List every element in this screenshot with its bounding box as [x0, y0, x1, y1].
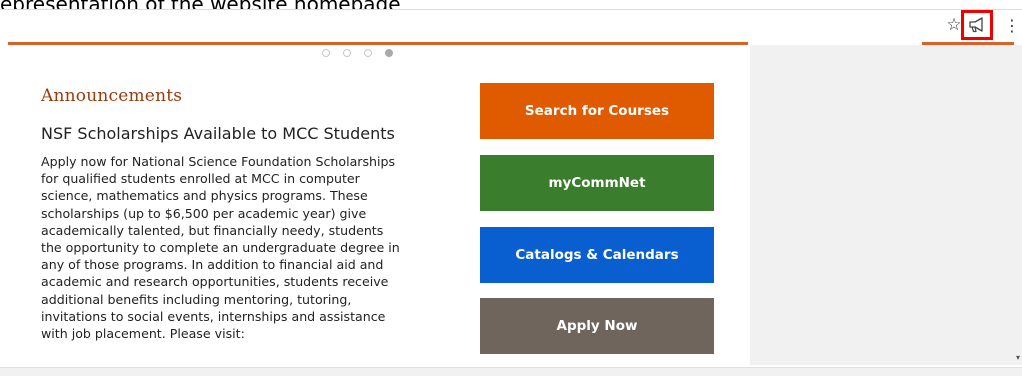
megaphone-glyph [969, 17, 983, 33]
body-line: with job placement. Please visit: [41, 326, 245, 342]
browser-viewport: epresentation of the website homepage ☆ … [0, 0, 1022, 376]
sidebar-panel [750, 45, 1022, 365]
body-line: academic and research opportunities, stu… [41, 274, 389, 290]
megaphone-icon[interactable] [961, 10, 993, 40]
carousel-dot-4-active[interactable] [385, 49, 393, 57]
nav-accent-rule [8, 42, 748, 45]
article-title[interactable]: NSF Scholarships Available to MCC Studen… [41, 124, 395, 143]
body-line: invitations to social events, internship… [41, 308, 386, 324]
article-body: Apply now for National Science Foundatio… [41, 153, 441, 342]
scroll-down-icon[interactable]: ▾ [1016, 353, 1020, 362]
search-courses-button[interactable]: Search for Courses [480, 83, 714, 139]
body-line: additional benefits including mentoring,… [41, 291, 352, 307]
carousel-dot-3[interactable] [364, 49, 372, 57]
header-caption: epresentation of the website homepage [0, 0, 401, 16]
body-line: any of those programs. In addition to fi… [41, 257, 384, 273]
carousel-dot-2[interactable] [343, 49, 351, 57]
apply-now-button[interactable]: Apply Now [480, 298, 714, 354]
carousel-indicators [322, 49, 393, 57]
body-line: scholarships (up to $6,500 per academic … [41, 205, 367, 221]
body-line: the opportunity to complete an undergrad… [41, 240, 400, 256]
body-line: science, mathematics and physics program… [41, 188, 368, 204]
mycommnet-button[interactable]: myCommNet [480, 155, 714, 211]
body-line: Apply now for National Science Foundatio… [41, 154, 396, 169]
announcements-heading: Announcements [41, 86, 183, 106]
carousel-dot-1[interactable] [322, 49, 330, 57]
body-line: for qualified students enrolled at MCC i… [41, 171, 360, 187]
horizontal-scrollbar[interactable] [0, 367, 1022, 376]
browser-toolbar: ☆ ⋮ [0, 9, 1022, 41]
catalogs-calendars-button[interactable]: Catalogs & Calendars [480, 227, 714, 283]
kebab-menu-icon[interactable]: ⋮ [1004, 14, 1020, 36]
body-line: academically talented, but financially n… [41, 222, 384, 238]
